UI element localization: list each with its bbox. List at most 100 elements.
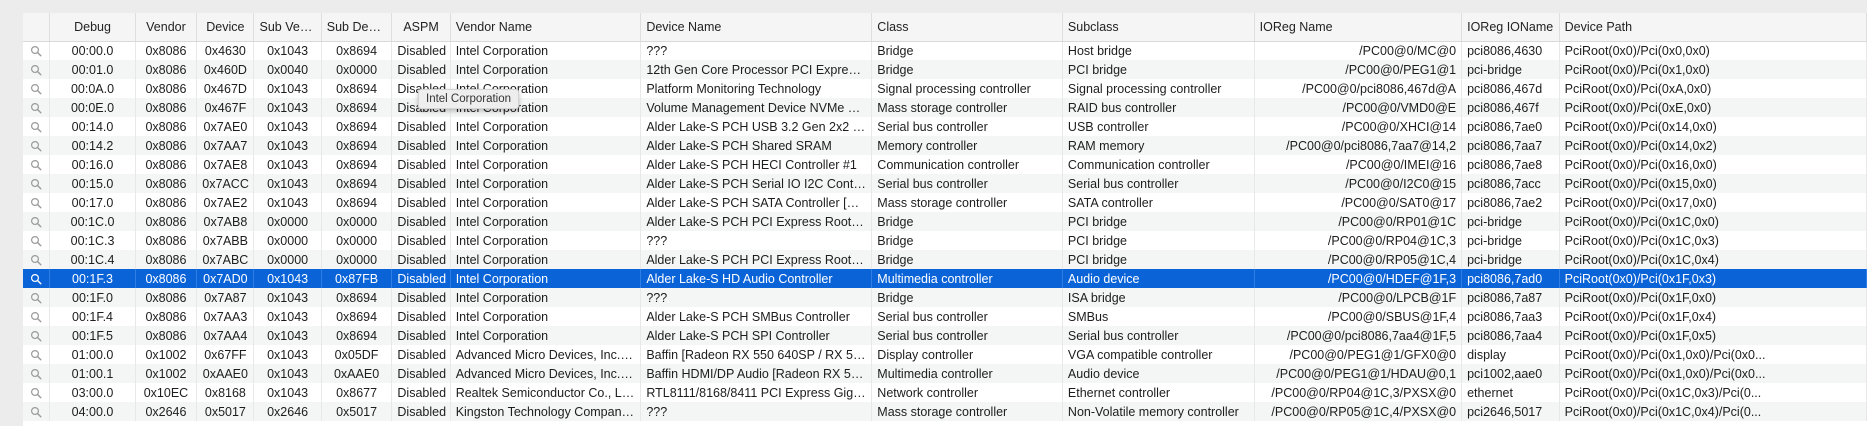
table-row[interactable]: 00:0A.00x80860x467D0x10430x8694DisabledI… — [23, 79, 1867, 98]
table-row[interactable]: 03:00.0 0x10EC 0x8168 0x1043 0x8677 Disabled R… — [23, 383, 1867, 402]
cell-aspm: Disabled — [391, 250, 451, 269]
table-row[interactable]: 00:17.0 0x8086 0x7AE2 0x1043 0x8694 Disabled I… — [23, 193, 1867, 212]
cell-aspm: Disabled — [391, 174, 451, 193]
magnifier-icon[interactable] — [23, 250, 51, 269]
cell-class: Multimedia controller — [871, 269, 1063, 288]
magnifier-icon[interactable] — [23, 193, 51, 212]
cell-ioreg-ioname: pci8086,7ae2 — [1461, 193, 1560, 212]
table-header-row: Debug Vendor Device Sub Ven... Sub Devi.… — [23, 13, 1867, 42]
table-row[interactable]: 00:1C.4 0x8086 0x7ABC 0x0000 0x0000 Disabled I… — [23, 250, 1867, 269]
pci-devices-window: Debug Vendor Device Sub Ven... Sub Devi.… — [0, 0, 1867, 426]
cell-subclass: USB controller — [1062, 117, 1255, 136]
table-row[interactable]: 00:15.0 0x8086 0x7ACC 0x1043 0x8694 Disabled I… — [23, 174, 1867, 193]
table-row[interactable]: 00:0E.00x80860x467F0x10430x8694DisabledI… — [23, 98, 1867, 117]
cell-debug: 04:00.0 — [49, 402, 136, 421]
cell-vendor-name: Intel Corporation — [450, 41, 642, 60]
column-header-ioreg-name[interactable]: IOReg Name — [1254, 13, 1463, 42]
cell-debug: 00:0E.0 — [49, 98, 136, 117]
cell-debug: 00:01.0 — [49, 60, 136, 79]
table-row[interactable]: 00:00.0 0x8086 0x4630 0x1043 0x8694 Disabled I… — [23, 41, 1867, 60]
table-row[interactable]: 00:01.0 0x8086 0x460D 0x0040 0x0000 Disabled I… — [23, 60, 1867, 79]
column-header-vendor-name[interactable]: Vendor Name — [450, 13, 642, 42]
cell-subclass: Non-Volatile memory controller — [1062, 402, 1255, 421]
cell-subclass: PCI bridge — [1062, 212, 1255, 231]
magnifier-icon[interactable] — [23, 60, 51, 79]
magnifier-icon[interactable] — [23, 383, 51, 402]
cell-device-name: ??? — [640, 402, 873, 421]
cell-device-name: Alder Lake-S PCH USB 3.2 Gen 2x2 XH... — [640, 117, 873, 136]
cell-subclass: Signal processing controller — [1062, 79, 1255, 98]
column-header-debug[interactable]: Debug — [49, 13, 136, 42]
magnifier-icon[interactable] — [23, 231, 51, 250]
cell-ioreg-ioname: pci8086,7acc — [1461, 174, 1560, 193]
cell-vendor-name: Advanced Micro Devices, Inc. [A... — [450, 345, 642, 364]
magnifier-icon[interactable] — [23, 117, 51, 136]
column-header-class[interactable]: Class — [871, 13, 1063, 42]
cell-ioreg-name: /PC00@0/pci8086,7aa7@14,2 — [1254, 136, 1463, 155]
table-row[interactable]: 01:00.0 0x1002 0x67FF 0x1043 0x05DF Disabled A… — [23, 345, 1867, 364]
column-header-subclass[interactable]: Subclass — [1062, 13, 1255, 42]
cell-ioreg-ioname: pci-bridge — [1461, 212, 1560, 231]
table-row[interactable]: 00:14.2 0x8086 0x7AA7 0x1043 0x8694 Disabled I… — [23, 136, 1867, 155]
cell-debug: 00:16.0 — [49, 155, 136, 174]
magnifier-icon[interactable] — [23, 174, 51, 193]
cell-device-name: Alder Lake-S PCH PCI Express Root Por... — [640, 250, 873, 269]
magnifier-icon[interactable] — [23, 345, 51, 364]
table-row[interactable]: 00:1F.3 0x8086 0x7AD0 0x1043 0x87FB Disabled I… — [23, 269, 1867, 288]
cell-subclass: Audio device — [1062, 269, 1255, 288]
table-row[interactable]: 00:1C.0 0x8086 0x7AB8 0x0000 0x0000 Disabled I… — [23, 212, 1867, 231]
magnifier-icon[interactable] — [23, 364, 51, 383]
cell-ioreg-ioname: pci8086,7aa3 — [1461, 307, 1560, 326]
column-header-ioreg-ioname[interactable]: IOReg IOName — [1461, 13, 1560, 42]
cell-class: Serial bus controller — [871, 117, 1063, 136]
cell-debug: 00:1C.0 — [49, 212, 136, 231]
column-header-vendor[interactable]: Vendor — [135, 13, 198, 42]
column-header-device[interactable]: Device — [196, 13, 255, 42]
column-header-sub-device[interactable]: Sub Devi... — [321, 13, 393, 42]
magnifier-icon[interactable] — [23, 307, 51, 326]
cell-class: Bridge — [871, 250, 1063, 269]
table-row[interactable]: 01:00.1 0x1002 0xAAE0 0x1043 0xAAE0 Disabled A… — [23, 364, 1867, 383]
cell-vendor: 0x8086 — [135, 155, 198, 174]
magnifier-icon[interactable] — [23, 212, 51, 231]
cell-ioreg-name: /PC00@0/RP05@1C,4 — [1254, 250, 1463, 269]
cell-class: Memory controller — [871, 136, 1063, 155]
column-header-icon[interactable] — [23, 13, 51, 42]
magnifier-icon[interactable] — [23, 136, 51, 155]
table-row[interactable]: 04:00.0 0x2646 0x5017 0x2646 0x5017 Disabled K… — [23, 402, 1867, 421]
table-row[interactable]: 00:1F.4 0x8086 0x7AA3 0x1043 0x8694 Disabled I… — [23, 307, 1867, 326]
table-row[interactable]: 00:1F.5 0x8086 0x7AA4 0x1043 0x8694 Disabled I… — [23, 326, 1867, 345]
cell-vendor: 0x8086 — [135, 326, 198, 345]
cell-device-path: PciRoot(0x0)/Pci(0x1F,0x0) — [1559, 288, 1867, 307]
cell-device-path: PciRoot(0x0)/Pci(0xA,0x0) — [1559, 79, 1867, 98]
magnifier-icon[interactable] — [23, 402, 51, 421]
cell-device-path: PciRoot(0x0)/Pci(0x1F,0x3) — [1559, 269, 1867, 288]
cell-device: 0x67FF — [196, 345, 255, 364]
column-header-aspm[interactable]: ASPM — [391, 13, 451, 42]
magnifier-icon[interactable] — [23, 269, 51, 288]
table-row[interactable]: 00:1C.3 0x8086 0x7ABB 0x0000 0x0000 Disabled I… — [23, 231, 1867, 250]
table-row[interactable]: 00:16.0 0x8086 0x7AE8 0x1043 0x8694 Disabled I… — [23, 155, 1867, 174]
column-header-sub-vendor[interactable]: Sub Ven... — [253, 13, 322, 42]
table-row[interactable]: 00:1F.0 0x8086 0x7A87 0x1043 0x8694 Disabled I… — [23, 288, 1867, 307]
table-row[interactable]: 00:14.0 0x8086 0x7AE0 0x1043 0x8694 Disabled I… — [23, 117, 1867, 136]
magnifier-icon[interactable] — [23, 326, 51, 345]
cell-ioreg-name: /PC00@0/pci8086,7aa4@1F,5 — [1254, 326, 1463, 345]
cell-aspm: Disabled — [391, 60, 451, 79]
cell-aspm: Disabled — [391, 212, 451, 231]
magnifier-icon[interactable] — [23, 79, 51, 98]
magnifier-icon[interactable] — [23, 98, 51, 117]
cell-class: Signal processing controller — [871, 79, 1063, 98]
magnifier-icon[interactable] — [23, 288, 51, 307]
pci-table-container[interactable]: Debug Vendor Device Sub Ven... Sub Devi.… — [23, 13, 1867, 426]
magnifier-icon[interactable] — [23, 41, 51, 60]
cell-device: 0x7AE2 — [196, 193, 255, 212]
cell-subclass: Serial bus controller — [1062, 174, 1255, 193]
title-strip — [0, 0, 1867, 13]
cell-debug: 00:1C.3 — [49, 231, 136, 250]
magnifier-icon[interactable] — [23, 155, 51, 174]
column-header-device-name[interactable]: Device Name — [640, 13, 873, 42]
cell-device-path: PciRoot(0x0)/Pci(0x15,0x0) — [1559, 174, 1867, 193]
column-header-device-path[interactable]: Device Path — [1559, 13, 1867, 42]
cell-subclass: PCI bridge — [1062, 231, 1255, 250]
